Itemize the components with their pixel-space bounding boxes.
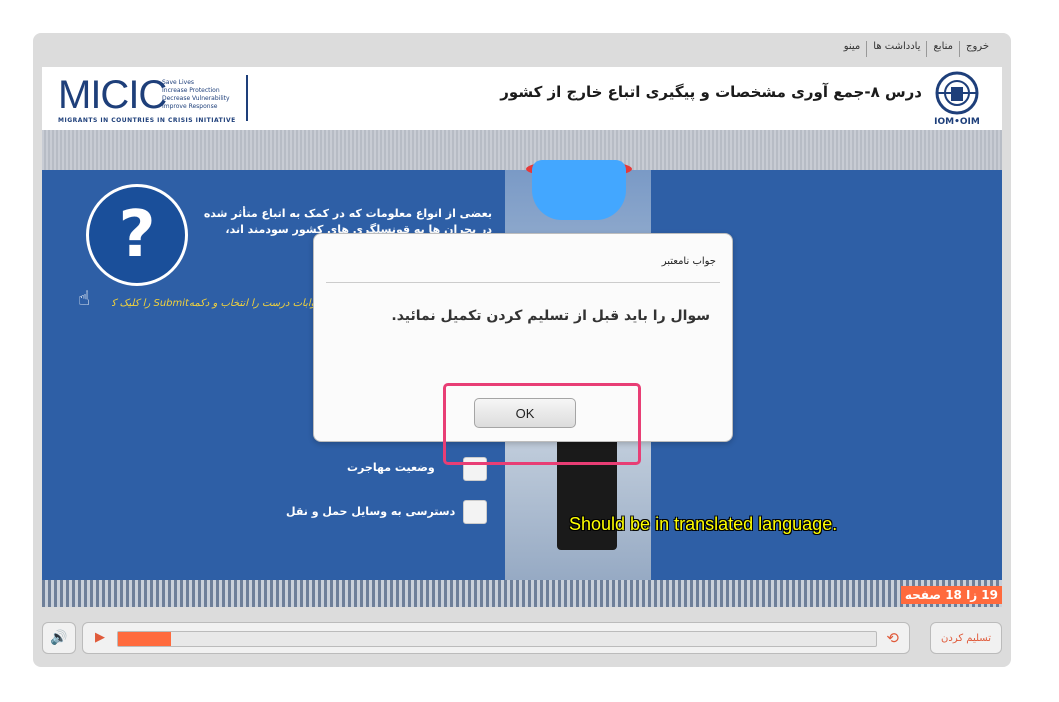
option-label: وضعیت مهاجرت [347, 461, 435, 474]
lesson-title: درس ۸-جمع آوری مشخصات و پیگیری اتباع خار… [500, 83, 922, 101]
option-label: دسترسی به وسایل حمل و نقل [286, 505, 456, 518]
course-header: MICIC Save Lives Increase Protection Dec… [42, 67, 1002, 130]
progress-bar[interactable] [117, 631, 877, 647]
speaker-icon: 🔊 [50, 630, 68, 646]
ok-highlight-annotation [443, 383, 641, 465]
subtitle-caption: Should be in translated language. [569, 514, 838, 534]
player-controls: 🔊 ▶ ⟲ تسلیم کردن [42, 622, 1002, 654]
submit-button[interactable]: تسلیم کردن [930, 622, 1002, 654]
playback-bar: ▶ ⟲ [82, 622, 910, 654]
slide-bottom-texture [42, 580, 1002, 607]
iom-logo: IOM•OIM [930, 71, 984, 127]
menu-resources[interactable]: منابع [926, 41, 959, 57]
question-mark-icon: ? [86, 184, 188, 286]
photo-basket [532, 160, 626, 220]
dialog-divider [326, 282, 720, 283]
progress-fill [118, 632, 172, 646]
micic-tagline: Save Lives Increase Protection Decrease … [162, 79, 230, 110]
replay-icon[interactable]: ⟲ [886, 629, 899, 647]
play-icon[interactable]: ▶ [95, 630, 105, 645]
dialog-message: سوال را باید قبل از تسلیم کردن تکمیل نما… [391, 308, 710, 324]
menu-menu[interactable]: مینو [838, 41, 867, 57]
header-divider [246, 75, 248, 121]
pointer-hand-icon: ☝ [78, 286, 91, 310]
iom-label: IOM•OIM [934, 117, 980, 127]
instruction-text: جوابات درست را انتخاب و دکمهSubmit را کل… [112, 298, 322, 309]
iom-emblem-icon [935, 71, 979, 115]
volume-button[interactable]: 🔊 [42, 622, 76, 654]
top-menu: خروج منابع یادداشت ها مینو [838, 41, 995, 57]
page-counter: 19 زا 18 صفحه [900, 586, 1002, 604]
micic-logo: MICIC Save Lives Increase Protection Dec… [58, 75, 236, 124]
slide-top-texture [42, 130, 1002, 170]
micic-subtitle: MIGRANTS IN COUNTRIES IN CRISIS INITIATI… [58, 117, 236, 124]
option-checkbox[interactable] [463, 500, 487, 524]
dialog-title: جواب نامعتبر [661, 256, 716, 267]
menu-notes[interactable]: یادداشت ها [866, 41, 926, 57]
menu-exit[interactable]: خروج [959, 41, 995, 57]
